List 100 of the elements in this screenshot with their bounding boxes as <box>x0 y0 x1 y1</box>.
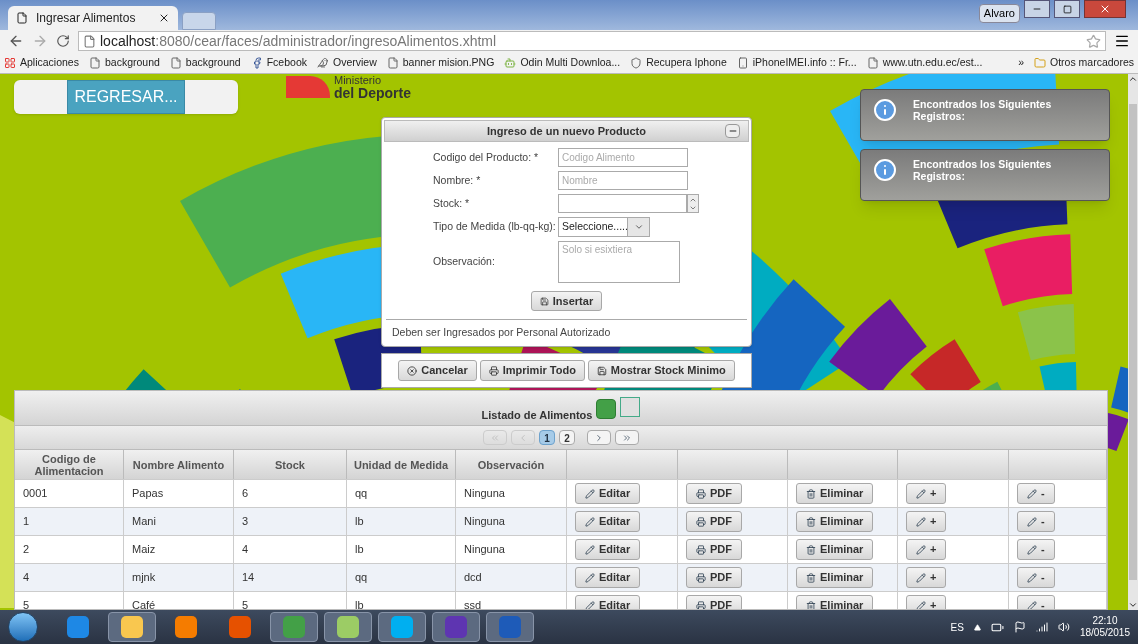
pager-button[interactable] <box>615 430 639 445</box>
taskbar-app[interactable] <box>324 612 372 642</box>
edit-button[interactable]: Editar <box>575 539 641 560</box>
edit-button[interactable]: - <box>1017 483 1055 504</box>
table-cell: lb <box>347 535 456 563</box>
edit-button[interactable]: Editar <box>575 483 641 504</box>
text-field[interactable]: Nombre <box>558 171 688 190</box>
ministry-logo: Ministerio del Deporte <box>286 74 411 100</box>
edit-button[interactable]: - <box>1017 595 1055 609</box>
taskbar-app[interactable] <box>432 612 480 642</box>
text-field[interactable]: Codigo Alimento <box>558 148 688 167</box>
other-bookmarks[interactable]: Otros marcadores <box>1033 54 1134 71</box>
scrollbar-thumb[interactable] <box>1129 104 1137 580</box>
language-indicator[interactable]: ES <box>950 619 964 635</box>
bookmark-item[interactable]: Odin Multi Downloa... <box>504 54 621 71</box>
close-icon <box>1099 3 1111 15</box>
edit-button[interactable]: + <box>906 511 947 532</box>
print-button[interactable]: Imprimir Todo <box>479 360 585 381</box>
minimize-icon[interactable] <box>725 124 740 138</box>
forward-icon[interactable] <box>32 33 48 49</box>
scroll-down-icon[interactable] <box>1128 600 1138 610</box>
edit-button[interactable]: + <box>906 567 947 588</box>
browser-tab[interactable]: Ingresar Alimentos <box>8 6 178 30</box>
app-icon <box>67 616 89 638</box>
edit-button[interactable]: Editar <box>575 595 641 609</box>
back-icon[interactable] <box>8 33 24 49</box>
tray-expand-icon[interactable] <box>973 623 981 631</box>
edit-button[interactable]: Editar <box>575 511 641 532</box>
delete-button[interactable]: Eliminar <box>796 595 874 609</box>
notification-text: Encontrados los Siguientes Registros: <box>913 98 1053 122</box>
page-icon <box>16 12 28 24</box>
user-label[interactable]: Alvaro <box>978 4 1020 23</box>
page-button[interactable]: 2 <box>559 430 575 445</box>
table-cell: 5 <box>234 591 347 609</box>
close-button[interactable] <box>1084 0 1126 18</box>
page-icon <box>83 34 96 48</box>
pencil-icon <box>1027 516 1037 527</box>
app-icon <box>283 616 305 638</box>
bookmark-item[interactable]: iPhoneIMEI.info :: Fr... <box>736 54 857 71</box>
csv-export-icon[interactable] <box>620 397 641 417</box>
edit-button[interactable]: - <box>1017 567 1055 588</box>
edit-button[interactable]: + <box>906 483 947 504</box>
field-label: Nombre: * <box>433 172 482 188</box>
edit-button[interactable]: - <box>1017 511 1055 532</box>
stock-spinner[interactable] <box>558 194 699 213</box>
taskbar-app[interactable] <box>378 612 426 642</box>
bookmark-item[interactable]: Aplicaciones <box>4 54 79 71</box>
volume-icon[interactable] <box>1057 621 1070 633</box>
taskbar-app[interactable] <box>486 612 534 642</box>
new-tab-button[interactable] <box>182 12 216 30</box>
bookmark-item[interactable]: Overview <box>317 54 377 71</box>
reload-icon[interactable] <box>56 34 70 48</box>
flag-icon[interactable] <box>1013 621 1026 633</box>
edit-button[interactable]: + <box>906 539 947 560</box>
cancel-button[interactable]: Cancelar <box>398 360 477 381</box>
maximize-button[interactable] <box>1054 0 1080 18</box>
bookmark-item[interactable]: background <box>169 54 241 71</box>
edit-button[interactable]: - <box>1017 539 1055 560</box>
address-field[interactable]: localhost:8080/cear/faces/administrador/ingresoAlimentos.xhtml <box>78 31 1106 51</box>
delete-button[interactable]: Eliminar <box>796 511 874 532</box>
more-bookmarks[interactable]: » <box>1010 54 1024 71</box>
unit-select[interactable]: Seleccione..... <box>558 217 650 237</box>
pdf-button[interactable]: PDF <box>686 567 742 588</box>
notes-field[interactable]: Solo si esixtiera <box>558 241 680 283</box>
table-cell: 5 <box>15 591 124 609</box>
table-cell: 1 <box>15 507 124 535</box>
app-icon <box>229 616 251 638</box>
bookmark-item[interactable]: www.utn.edu.ec/est... <box>866 54 983 71</box>
pdf-button[interactable]: PDF <box>686 595 742 609</box>
delete-button[interactable]: Eliminar <box>796 539 874 560</box>
bookmark-star-icon[interactable] <box>1086 33 1101 49</box>
stock-button[interactable]: Mostrar Stock Minimo <box>587 360 735 381</box>
printer-icon <box>696 572 706 583</box>
menu-icon[interactable] <box>1114 33 1130 49</box>
pdf-button[interactable]: PDF <box>686 539 742 560</box>
edit-button[interactable]: + <box>906 595 947 609</box>
delete-button[interactable]: Eliminar <box>796 483 874 504</box>
bookmark-item[interactable]: Fcebook <box>250 54 307 71</box>
page-button[interactable]: 1 <box>539 430 555 445</box>
minimize-button[interactable] <box>1024 0 1050 18</box>
bookmark-item[interactable]: background <box>88 54 160 71</box>
pdf-button[interactable]: PDF <box>686 511 742 532</box>
bookmark-icon <box>736 56 749 69</box>
taskbar-app[interactable] <box>108 612 156 642</box>
insert-button[interactable]: Insertar <box>530 291 603 311</box>
bookmark-item[interactable]: banner mision.PNG <box>386 54 495 71</box>
delete-button[interactable]: Eliminar <box>796 567 874 588</box>
maximize-icon <box>1062 4 1072 14</box>
scroll-up-icon[interactable] <box>1128 74 1138 84</box>
close-icon[interactable] <box>158 12 170 24</box>
edit-button[interactable]: Editar <box>575 567 641 588</box>
bookmark-item[interactable]: Recupera Iphone <box>630 54 727 71</box>
pdf-button[interactable]: PDF <box>686 483 742 504</box>
app-icon <box>121 616 143 638</box>
pager-button[interactable] <box>587 430 611 445</box>
excel-export-icon[interactable] <box>596 399 617 419</box>
start-button[interactable] <box>8 612 38 642</box>
pencil-icon <box>585 544 595 555</box>
clock[interactable]: 22:10 18/05/2015 <box>1079 615 1130 639</box>
tab-title: Ingresar Alimentos <box>36 10 137 27</box>
